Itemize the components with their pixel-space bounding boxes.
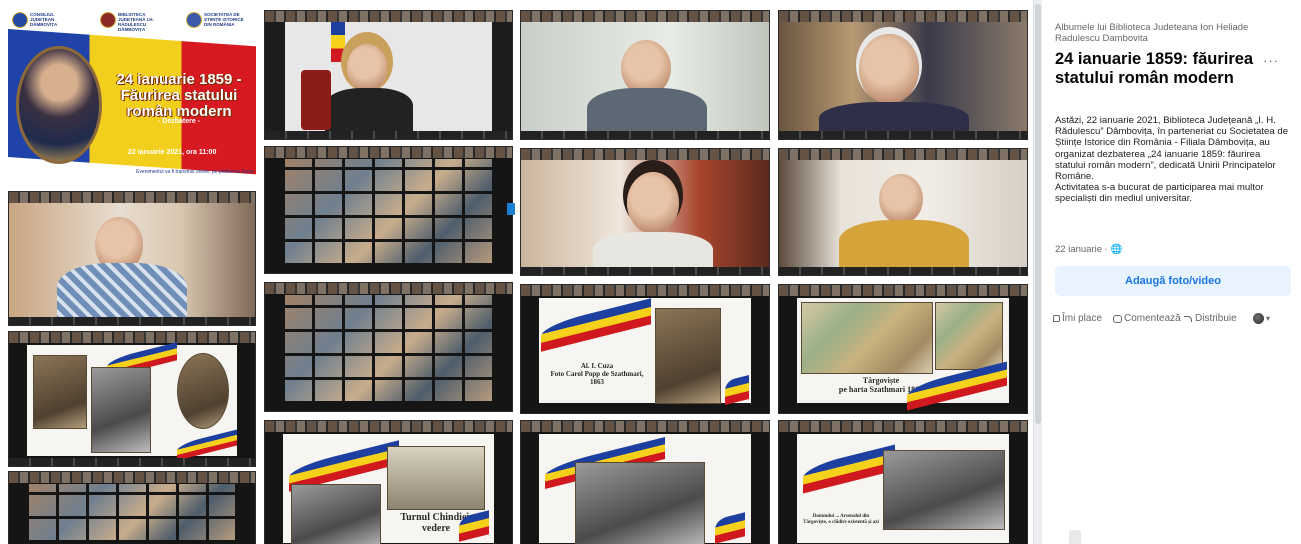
panel-scrollbar[interactable] <box>1034 0 1042 544</box>
tile-gallery-view-2 <box>264 282 513 412</box>
tile-gallery-view-1 <box>264 146 513 274</box>
tile-slide-turnul-chindiei: Turnul Chindiei, vedere <box>264 420 513 544</box>
comment-label: Comentează <box>1124 313 1181 324</box>
album-title[interactable]: Albumele lui Biblioteca Judeteana Ion He… <box>1055 22 1255 44</box>
zoom-screenshot-grid: CONSILIUL JUDEȚEAN DÂMBOVIȚA BIBLIOTECA … <box>0 0 1033 544</box>
more-options-button[interactable]: ··· <box>1263 53 1279 68</box>
arsenal-caption: Domnului ... Arsenalul din Târgoviște, o… <box>803 514 879 525</box>
comment-icon <box>1113 314 1122 323</box>
add-photo-video-button[interactable]: Adaugă foto/video <box>1055 266 1291 296</box>
post-title: 24 ianuarie 1859: făurirea statului româ… <box>1055 50 1254 87</box>
tile-speaker-man-sweater <box>778 148 1028 276</box>
column-2: Turnul Chindiei, vedere <box>264 10 513 544</box>
tile-speaker-elderly-man <box>778 10 1028 140</box>
column-4: Târgoviște pe harta Szathmari 1864 Domnu… <box>778 10 1028 544</box>
tile-speaker-man-glasses <box>8 191 256 326</box>
bottom-avatar <box>1069 530 1081 544</box>
post-body-paragraph: Activitatea s-a bucurat de participarea … <box>1055 182 1264 205</box>
tile-slide-arsenal: Domnului ... Arsenalul din Târgoviște, o… <box>778 420 1028 544</box>
tile-speaker-woman-glasses <box>520 148 770 276</box>
grid-scroll-arrow[interactable] <box>507 203 515 215</box>
column-3: Al. I. Cuza Foto Carol Popp de Szathmari… <box>520 10 770 544</box>
tile-gallery-view-3 <box>8 471 256 544</box>
post-body-paragraph: Astăzi, 22 ianuarie 2021, Biblioteca Jud… <box>1055 115 1289 183</box>
tile-slide-cuza: Al. I. Cuza Foto Carol Popp de Szathmari… <box>520 284 770 414</box>
share-icon <box>1183 314 1193 323</box>
tile-speaker-man-bald <box>520 10 770 140</box>
post-body: Astăzi, 22 ianuarie 2021, Biblioteca Jud… <box>1055 115 1291 205</box>
tile-speaker-woman-blonde <box>264 10 513 140</box>
share-as-selector[interactable]: ▾ <box>1253 313 1270 324</box>
like-button[interactable]: Îmi place <box>1053 313 1102 324</box>
post-actions: Îmi place Comentează Distribuie ▾ <box>1053 313 1298 329</box>
share-label: Distribuie <box>1195 313 1237 324</box>
comment-button[interactable]: Comentează <box>1113 313 1181 324</box>
like-icon <box>1053 315 1060 322</box>
tile-slide-town-photo <box>520 420 770 544</box>
tile-slide-portraits <box>8 331 256 467</box>
tile-slide-targoviste-map: Târgoviște pe harta Szathmari 1864 <box>778 284 1028 414</box>
cuza-caption: Al. I. Cuza Foto Carol Popp de Szathmari… <box>550 362 644 386</box>
post-date[interactable]: 22 ianuarie · 🌐 <box>1055 244 1122 255</box>
like-label: Îmi place <box>1062 313 1103 324</box>
share-button[interactable]: Distribuie <box>1183 313 1237 324</box>
avatar <box>1253 313 1264 324</box>
caret-down-icon: ▾ <box>1266 314 1271 323</box>
column-1 <box>8 10 256 544</box>
post-panel: Albumele lui Biblioteca Judeteana Ion He… <box>1033 0 1301 544</box>
